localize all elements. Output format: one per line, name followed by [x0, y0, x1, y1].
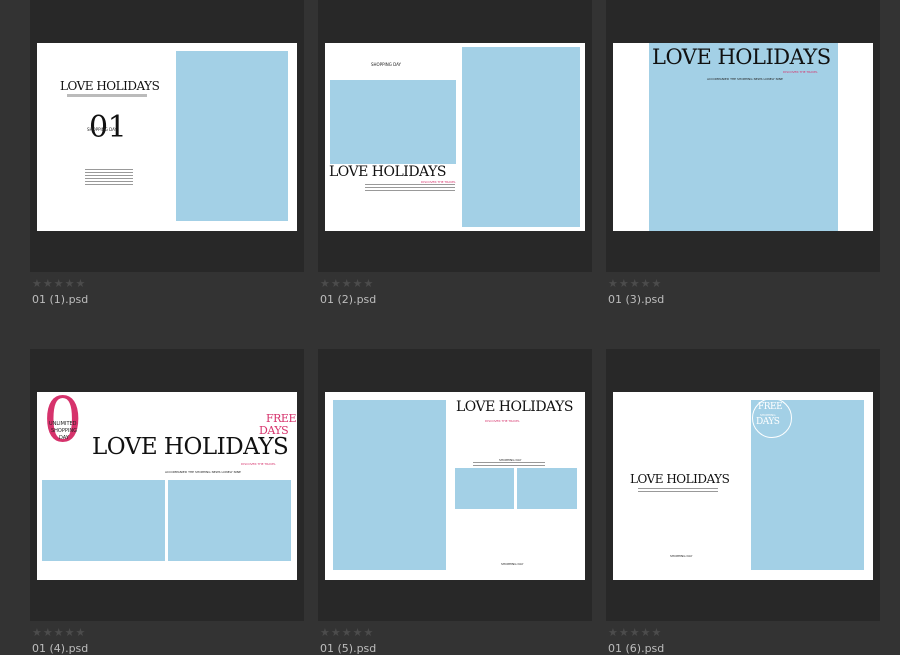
star-rating[interactable]: ★★★★★	[608, 277, 662, 290]
star-rating[interactable]: ★★★★★	[32, 626, 86, 639]
photo-placeholder	[462, 47, 580, 227]
layout-side-line: DAY	[59, 435, 69, 441]
layout-accent: DISCOVER THE TRAVEL	[241, 462, 276, 466]
layout-title: LOVE HOLIDAYS	[630, 472, 730, 486]
layout-title: LOVE HOLIDAYS	[652, 45, 831, 69]
layout-title: LOVE HOLIDAYS	[456, 399, 573, 415]
layout-text-block	[365, 184, 455, 192]
file-name[interactable]: 01 (2).psd	[320, 293, 376, 306]
photo-placeholder	[168, 480, 291, 561]
thumbnail-2[interactable]: SHOPPING DAY LOVE HOLIDAYS DISCOVER THE …	[318, 0, 592, 306]
layout-accent: DISCOVER THE TRAVEL	[485, 419, 520, 423]
layout-text-block	[638, 488, 718, 494]
layout-header: SHOPPING DAY	[371, 62, 401, 67]
photo-placeholder	[330, 80, 456, 164]
thumbnail-1[interactable]: LOVE HOLIDAYS 01 SHOPPING DAY ★★★★★ 01 (…	[30, 0, 304, 306]
file-name[interactable]: 01 (6).psd	[608, 642, 664, 655]
page-preview: LOVE HOLIDAYS SHOPPING DAY FREE SHOPPING…	[613, 392, 873, 580]
layout-footer: SHOPPING DAY	[670, 554, 693, 558]
badge-line: DAYS	[756, 417, 780, 427]
layout-footer: SHOPPING DAY	[501, 562, 524, 566]
page-preview: LOVE HOLIDAYS 01 SHOPPING DAY	[37, 43, 297, 231]
star-rating[interactable]: ★★★★★	[320, 626, 374, 639]
photo-placeholder	[176, 51, 288, 221]
file-name[interactable]: 01 (4).psd	[32, 642, 88, 655]
photo-placeholder	[517, 468, 577, 509]
layout-tagline: ACCOMPANIED THE SHOPPING NEWS LONELY NIN…	[165, 470, 241, 474]
star-rating[interactable]: ★★★★★	[608, 626, 662, 639]
layout-side-line: SHOPPING	[51, 428, 77, 434]
layout-subtitle	[67, 94, 147, 97]
layout-tagline: ACCOMPANIED THE SHOPPING NEWS LONELY NIN…	[707, 77, 783, 81]
photo-placeholder	[42, 480, 165, 561]
layout-text-block	[473, 462, 545, 466]
page-preview: 0 UNLIMITED SHOPPING DAY FREE DAYS LOVE …	[37, 392, 297, 580]
layout-text-block	[85, 169, 133, 185]
thumbnail-4[interactable]: 0 UNLIMITED SHOPPING DAY FREE DAYS LOVE …	[30, 349, 304, 655]
thumbnail-5[interactable]: LOVE HOLIDAYS DISCOVER THE TRAVEL SHOPPI…	[318, 349, 592, 655]
thumbnail-3[interactable]: LOVE HOLIDAYS DISCOVER THE TRAVEL ACCOMP…	[606, 0, 880, 306]
layout-accent: DISCOVER THE TRAVEL	[783, 70, 818, 74]
file-name[interactable]: 01 (5).psd	[320, 642, 376, 655]
file-name[interactable]: 01 (3).psd	[608, 293, 664, 306]
layout-title: LOVE HOLIDAYS	[329, 164, 446, 180]
layout-number-label: SHOPPING DAY	[87, 127, 117, 132]
page-preview: LOVE HOLIDAYS DISCOVER THE TRAVEL ACCOMP…	[613, 43, 873, 231]
thumbnail-6[interactable]: LOVE HOLIDAYS SHOPPING DAY FREE SHOPPING…	[606, 349, 880, 655]
page-preview: LOVE HOLIDAYS DISCOVER THE TRAVEL SHOPPI…	[325, 392, 585, 580]
star-rating[interactable]: ★★★★★	[32, 277, 86, 290]
badge-line: FREE	[758, 402, 783, 412]
photo-placeholder	[455, 468, 514, 509]
layout-title: LOVE HOLIDAYS	[92, 434, 289, 460]
file-name[interactable]: 01 (1).psd	[32, 293, 88, 306]
photo-placeholder	[333, 400, 446, 570]
layout-side-line: UNLIMITED	[49, 421, 77, 427]
page-preview: SHOPPING DAY LOVE HOLIDAYS DISCOVER THE …	[325, 43, 585, 231]
star-rating[interactable]: ★★★★★	[320, 277, 374, 290]
layout-title: LOVE HOLIDAYS	[60, 79, 160, 93]
